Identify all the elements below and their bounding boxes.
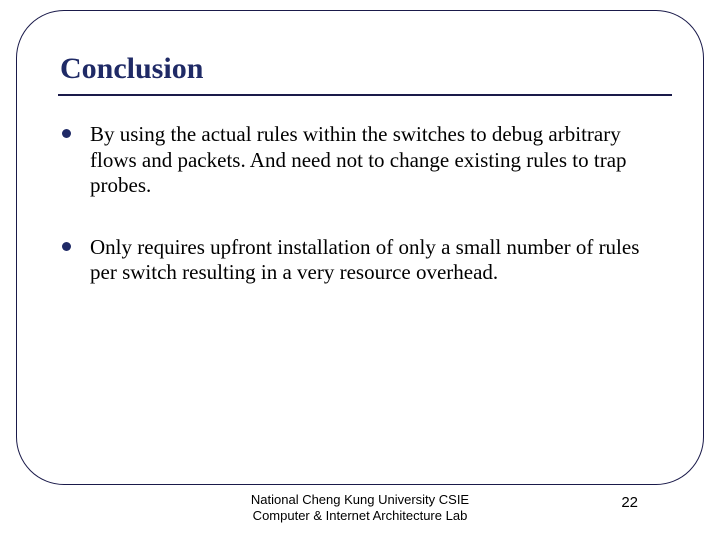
bullet-item: By using the actual rules within the swi… xyxy=(60,122,660,199)
slide: Conclusion By using the actual rules wit… xyxy=(0,0,720,540)
footer-affiliation: National Cheng Kung University CSIE Comp… xyxy=(251,492,469,525)
footer-line-1: National Cheng Kung University CSIE xyxy=(251,492,469,508)
bullet-list: By using the actual rules within the swi… xyxy=(60,122,660,286)
page-number: 22 xyxy=(621,494,638,511)
bullet-item: Only requires upfront installation of on… xyxy=(60,235,660,286)
slide-title: Conclusion xyxy=(60,52,660,86)
content-area: Conclusion By using the actual rules wit… xyxy=(60,52,660,322)
footer: National Cheng Kung University CSIE Comp… xyxy=(0,492,720,526)
title-divider xyxy=(58,94,672,96)
footer-line-2: Computer & Internet Architecture Lab xyxy=(251,508,469,524)
